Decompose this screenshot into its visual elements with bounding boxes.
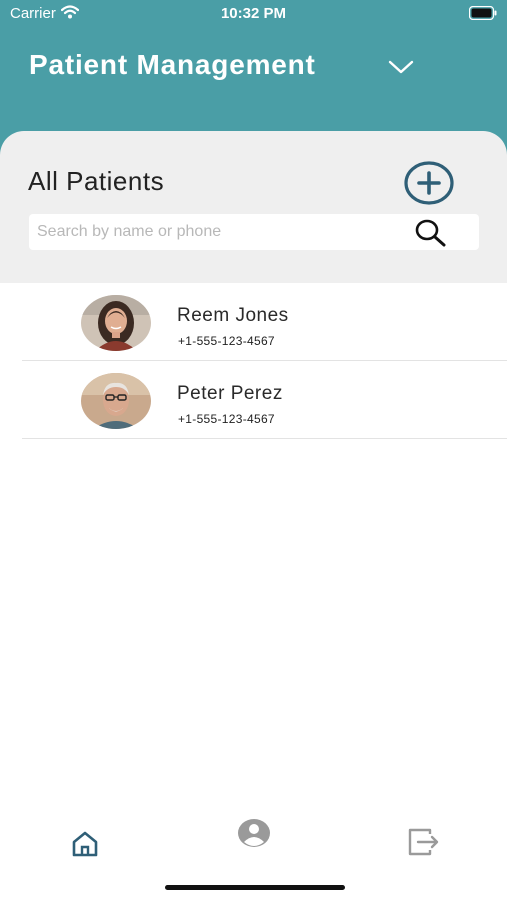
tab-logout[interactable]	[403, 824, 443, 860]
avatar	[81, 373, 151, 429]
logout-icon	[408, 828, 439, 856]
avatar	[81, 295, 151, 351]
plus-circle-icon	[404, 161, 454, 205]
patient-list: Reem Jones +1-555-123-4567 Peter Perez +…	[0, 283, 507, 439]
list-item[interactable]: Peter Perez +1-555-123-4567	[22, 361, 507, 439]
home-icon	[72, 831, 98, 857]
status-bar: Carrier 10:32 PM	[0, 0, 507, 30]
user-icon	[238, 819, 270, 847]
app-title: Patient Management	[29, 49, 316, 80]
battery-icon	[469, 6, 497, 20]
home-indicator	[165, 885, 345, 890]
list-item[interactable]: Reem Jones +1-555-123-4567	[22, 283, 507, 361]
patient-name: Reem Jones	[177, 305, 289, 326]
search-icon[interactable]	[413, 219, 449, 247]
status-time: 10:32 PM	[220, 5, 287, 22]
tab-home[interactable]	[65, 826, 105, 862]
tab-profile[interactable]	[234, 816, 274, 852]
search-bar	[29, 214, 479, 250]
patients-panel: All Patients	[0, 131, 507, 283]
patient-name: Peter Perez	[177, 383, 283, 404]
add-patient-button[interactable]	[403, 160, 455, 206]
page-title: All Patients	[28, 166, 165, 196]
chevron-down-icon[interactable]	[388, 59, 414, 75]
patient-phone: +1-555-123-4567	[178, 412, 275, 426]
search-input[interactable]	[37, 214, 407, 250]
tab-bar	[0, 810, 507, 870]
patient-phone: +1-555-123-4567	[178, 334, 275, 348]
